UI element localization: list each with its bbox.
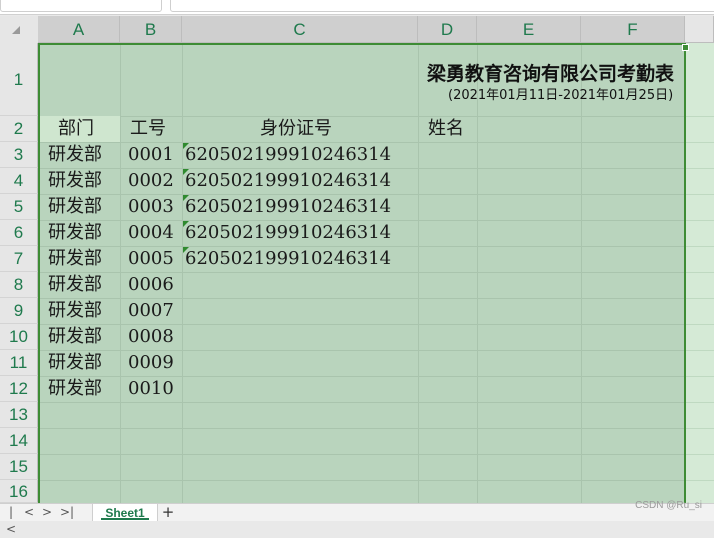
gridline bbox=[38, 428, 685, 429]
row-header-2[interactable]: 2 bbox=[0, 116, 38, 142]
gridline bbox=[418, 43, 419, 503]
row-header-12[interactable]: 12 bbox=[0, 376, 38, 402]
row-header-11[interactable]: 11 bbox=[0, 350, 38, 376]
selection-border bbox=[38, 43, 685, 45]
row-header-8[interactable]: 8 bbox=[0, 272, 38, 298]
row-header-9[interactable]: 9 bbox=[0, 298, 38, 324]
select-all-icon bbox=[12, 26, 20, 34]
gridline bbox=[685, 220, 714, 221]
gridline bbox=[477, 43, 478, 503]
cell-id[interactable]: 0002 bbox=[128, 168, 174, 194]
gridline bbox=[685, 376, 714, 377]
cell-idcard[interactable]: 620502199910246314 bbox=[185, 142, 391, 168]
gridline bbox=[685, 142, 714, 143]
column-header-b[interactable]: B bbox=[120, 16, 182, 43]
header-dept: 部门 bbox=[58, 118, 94, 139]
row-header-3[interactable]: 3 bbox=[0, 142, 38, 168]
header-id: 工号 bbox=[130, 118, 166, 139]
formula-input[interactable] bbox=[170, 0, 714, 12]
row-header-14[interactable]: 14 bbox=[0, 428, 38, 454]
gridline bbox=[685, 324, 714, 325]
select-all-corner[interactable] bbox=[0, 16, 39, 44]
sheet-tab-sheet1[interactable]: Sheet1 bbox=[92, 504, 158, 521]
row-header-6[interactable]: 6 bbox=[0, 220, 38, 246]
sheet-tab-bar: |< < > >| Sheet1 + bbox=[0, 503, 714, 536]
row-header-4[interactable]: 4 bbox=[0, 168, 38, 194]
cell-dept[interactable]: 研发部 bbox=[48, 220, 102, 246]
column-header-a[interactable]: A bbox=[38, 16, 120, 43]
gridline bbox=[685, 194, 714, 195]
add-sheet-button[interactable]: + bbox=[160, 504, 176, 521]
gridline bbox=[685, 428, 714, 429]
watermark: CSDN @Ru_si bbox=[635, 500, 702, 511]
cell-id[interactable]: 0007 bbox=[128, 298, 174, 324]
selection-border bbox=[684, 43, 686, 503]
header-idcard: 身份证号 bbox=[260, 118, 332, 139]
next-sheet-button[interactable]: > bbox=[40, 504, 54, 521]
cell-dept[interactable]: 研发部 bbox=[48, 298, 102, 324]
gridline bbox=[685, 116, 714, 117]
cell-id[interactable]: 0003 bbox=[128, 194, 174, 220]
row-header-5[interactable]: 5 bbox=[0, 194, 38, 220]
cell-idcard[interactable]: 620502199910246314 bbox=[185, 220, 391, 246]
gridline bbox=[685, 402, 714, 403]
gridline bbox=[120, 43, 121, 503]
cell-dept[interactable]: 研发部 bbox=[48, 194, 102, 220]
gridline bbox=[685, 350, 714, 351]
sheet-title: 梁勇教育咨询有限公司考勤表 bbox=[427, 63, 675, 85]
column-header-d[interactable]: D bbox=[418, 16, 477, 43]
column-header-f[interactable]: F bbox=[581, 16, 685, 43]
gridline bbox=[581, 43, 582, 503]
cell-id[interactable]: 0009 bbox=[128, 350, 174, 376]
gridline bbox=[685, 298, 714, 299]
header-name: 姓名 bbox=[428, 118, 464, 139]
row-header-15[interactable]: 15 bbox=[0, 454, 38, 480]
sheet-grid[interactable]: 梁勇教育咨询有限公司考勤表 (2021年01月11日-2021年01月25日) … bbox=[38, 43, 714, 503]
column-header-g[interactable] bbox=[685, 16, 714, 43]
row-header-10[interactable]: 10 bbox=[0, 324, 38, 350]
column-header-e[interactable]: E bbox=[477, 16, 581, 43]
cell-idcard[interactable]: 620502199910246314 bbox=[185, 246, 391, 272]
gridline bbox=[685, 168, 714, 169]
selection-border bbox=[38, 43, 40, 503]
gridline bbox=[685, 246, 714, 247]
last-sheet-button[interactable]: >| bbox=[60, 504, 74, 521]
cell-idcard[interactable]: 620502199910246314 bbox=[185, 168, 391, 194]
name-box[interactable] bbox=[0, 0, 162, 12]
cell-dept[interactable]: 研发部 bbox=[48, 324, 102, 350]
cell-idcard[interactable]: 620502199910246314 bbox=[185, 194, 391, 220]
cell-id[interactable]: 0008 bbox=[128, 324, 174, 350]
cell-id[interactable]: 0005 bbox=[128, 246, 174, 272]
gridline bbox=[182, 43, 183, 503]
prev-sheet-button[interactable]: < bbox=[22, 504, 36, 521]
column-g-area[interactable] bbox=[685, 43, 714, 503]
cell-id[interactable]: 0004 bbox=[128, 220, 174, 246]
cell-id[interactable]: 0010 bbox=[128, 376, 174, 402]
first-sheet-button[interactable]: |< bbox=[4, 504, 18, 536]
row-header-7[interactable]: 7 bbox=[0, 246, 38, 272]
row-header-13[interactable]: 13 bbox=[0, 402, 38, 428]
row-header-16[interactable]: 16 bbox=[0, 480, 38, 503]
gridline bbox=[38, 454, 685, 455]
gridline bbox=[685, 454, 714, 455]
cell-id[interactable]: 0006 bbox=[128, 272, 174, 298]
row-header-1[interactable]: 1 bbox=[0, 43, 38, 116]
gridline bbox=[685, 272, 714, 273]
formula-bar-strip bbox=[0, 0, 714, 15]
cell-id[interactable]: 0001 bbox=[128, 142, 174, 168]
gridline bbox=[685, 480, 714, 481]
cell-dept[interactable]: 研发部 bbox=[48, 246, 102, 272]
cell-dept[interactable]: 研发部 bbox=[48, 376, 102, 402]
column-header-c[interactable]: C bbox=[182, 16, 418, 43]
sheet-subtitle: (2021年01月11日-2021年01月25日) bbox=[448, 88, 674, 103]
gridline bbox=[38, 480, 685, 481]
cell-dept[interactable]: 研发部 bbox=[48, 168, 102, 194]
fill-handle[interactable] bbox=[682, 44, 689, 51]
cell-dept[interactable]: 研发部 bbox=[48, 350, 102, 376]
cell-dept[interactable]: 研发部 bbox=[48, 142, 102, 168]
gridline bbox=[38, 402, 685, 403]
cell-dept[interactable]: 研发部 bbox=[48, 272, 102, 298]
